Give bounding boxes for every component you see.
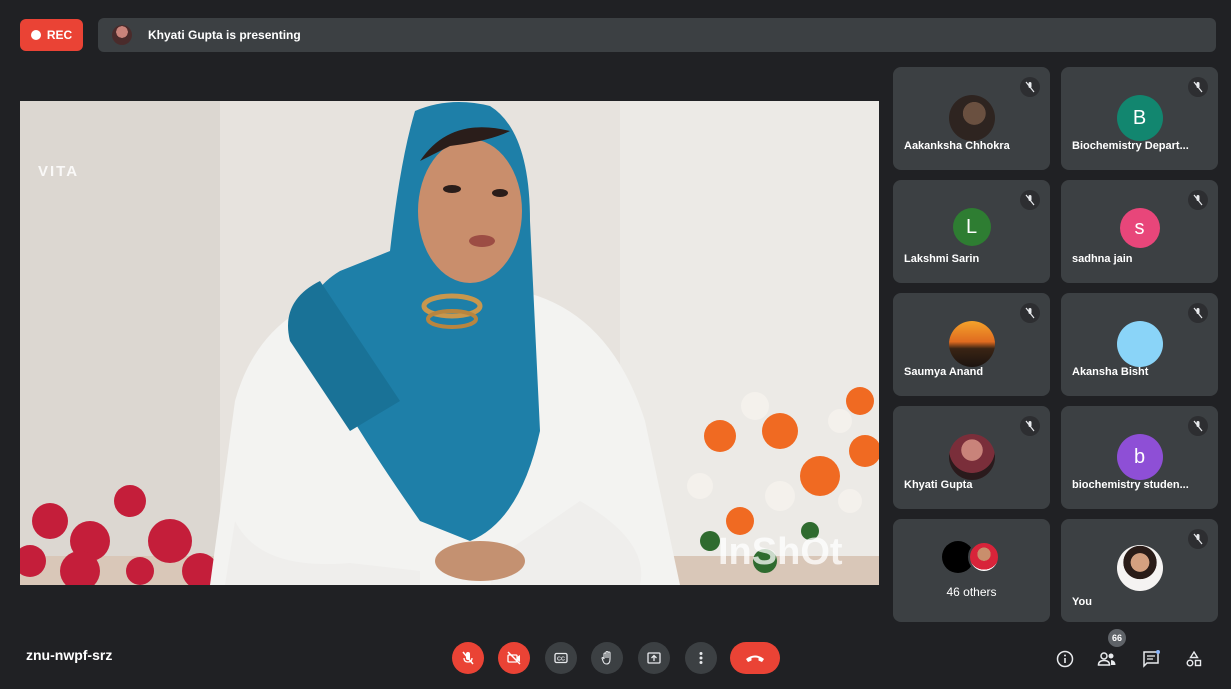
mic-muted-icon <box>1188 416 1208 436</box>
participant-tile[interactable]: Saumya Anand <box>893 293 1050 396</box>
end-call-icon <box>746 655 764 662</box>
participant-avatar: b <box>1116 434 1163 480</box>
chat-icon <box>1143 650 1160 668</box>
participant-name: Aakanksha Chhokra <box>904 140 1010 152</box>
others-count: 46 others <box>946 585 997 599</box>
others-tile[interactable]: 46 others <box>893 519 1050 622</box>
participant-avatar <box>948 321 995 367</box>
mic-muted-icon <box>1188 77 1208 97</box>
others-avatars <box>941 541 1002 573</box>
more-options-icon <box>699 652 703 664</box>
mic-muted-icon <box>1020 416 1040 436</box>
participant-avatar: s <box>1119 208 1160 248</box>
info-icon <box>1056 650 1074 668</box>
raise-hand-icon <box>601 650 611 665</box>
captions-button[interactable]: CC <box>545 642 577 674</box>
participant-name: Saumya Anand <box>904 366 984 378</box>
mic-muted-icon <box>1020 190 1040 210</box>
end-call-button[interactable] <box>730 642 780 674</box>
participant-tile[interactable]: Akansha Bisht <box>1061 293 1218 396</box>
more-options-button[interactable] <box>685 642 717 674</box>
meeting-code: znu-nwpf-srz <box>26 647 113 663</box>
camera-off-icon <box>507 651 521 665</box>
people-icon <box>1097 652 1116 666</box>
top-bar: REC Khyati Gupta is presenting <box>0 0 1231 58</box>
participant-name: Khyati Gupta <box>904 479 973 491</box>
participant-avatar <box>1116 545 1163 591</box>
participant-tile[interactable]: Khyati Gupta <box>893 406 1050 509</box>
participant-avatar: L <box>952 208 991 246</box>
mic-muted-icon <box>1020 303 1040 323</box>
participant-name: sadhna jain <box>1072 253 1133 265</box>
chat-button[interactable] <box>1138 646 1164 672</box>
participant-avatar <box>1116 321 1163 367</box>
mic-muted-icon <box>1188 529 1208 549</box>
participant-tile[interactable]: b biochemistry studen... <box>1061 406 1218 509</box>
present-icon <box>647 652 661 664</box>
activities-button[interactable] <box>1181 646 1207 672</box>
presentation-video <box>20 101 879 585</box>
participant-tile[interactable]: Aakanksha Chhokra <box>893 67 1050 170</box>
meeting-info-button[interactable] <box>1052 646 1078 672</box>
presenter-avatar <box>112 25 132 45</box>
participant-tile[interactable]: L Lakshmi Sarin <box>893 180 1050 283</box>
participant-count-badge: 66 <box>1108 629 1126 647</box>
mic-muted-icon <box>1188 190 1208 210</box>
participant-avatar <box>948 95 995 141</box>
mic-muted-icon <box>1188 303 1208 323</box>
participant-avatar <box>948 434 995 480</box>
participant-tile[interactable]: B Biochemistry Depart... <box>1061 67 1218 170</box>
participant-name: You <box>1072 596 1092 608</box>
presentation-stage: VITA InShOt <box>20 101 879 585</box>
self-tile[interactable]: You <box>1061 519 1218 622</box>
activities-icon <box>1186 650 1202 667</box>
svg-text:CC: CC <box>557 657 565 663</box>
present-button[interactable] <box>638 642 670 674</box>
recording-label: REC <box>46 28 73 42</box>
mic-off-icon <box>462 651 474 665</box>
participant-avatar: B <box>1116 95 1163 141</box>
record-dot-icon <box>30 30 41 40</box>
presenting-text: Khyati Gupta is presenting <box>148 28 301 42</box>
vita-watermark: VITA <box>38 163 80 180</box>
recording-indicator: REC <box>20 19 83 51</box>
control-bar: znu-nwpf-srz CC 66 <box>0 620 1231 689</box>
people-button[interactable] <box>1094 646 1120 672</box>
participant-name: Lakshmi Sarin <box>904 253 980 265</box>
other-avatar <box>967 541 1000 573</box>
camera-toggle-button[interactable] <box>498 642 530 674</box>
raise-hand-button[interactable] <box>591 642 623 674</box>
mic-muted-icon <box>1020 77 1040 97</box>
participant-name: Akansha Bisht <box>1072 366 1149 378</box>
mic-toggle-button[interactable] <box>452 642 484 674</box>
inshot-watermark: InShOt <box>718 531 843 573</box>
participant-name: Biochemistry Depart... <box>1072 140 1189 152</box>
presenting-banner: Khyati Gupta is presenting <box>98 18 1216 52</box>
captions-icon: CC <box>554 652 568 664</box>
participant-tile[interactable]: s sadhna jain <box>1061 180 1218 283</box>
participant-name: biochemistry studen... <box>1072 479 1189 491</box>
